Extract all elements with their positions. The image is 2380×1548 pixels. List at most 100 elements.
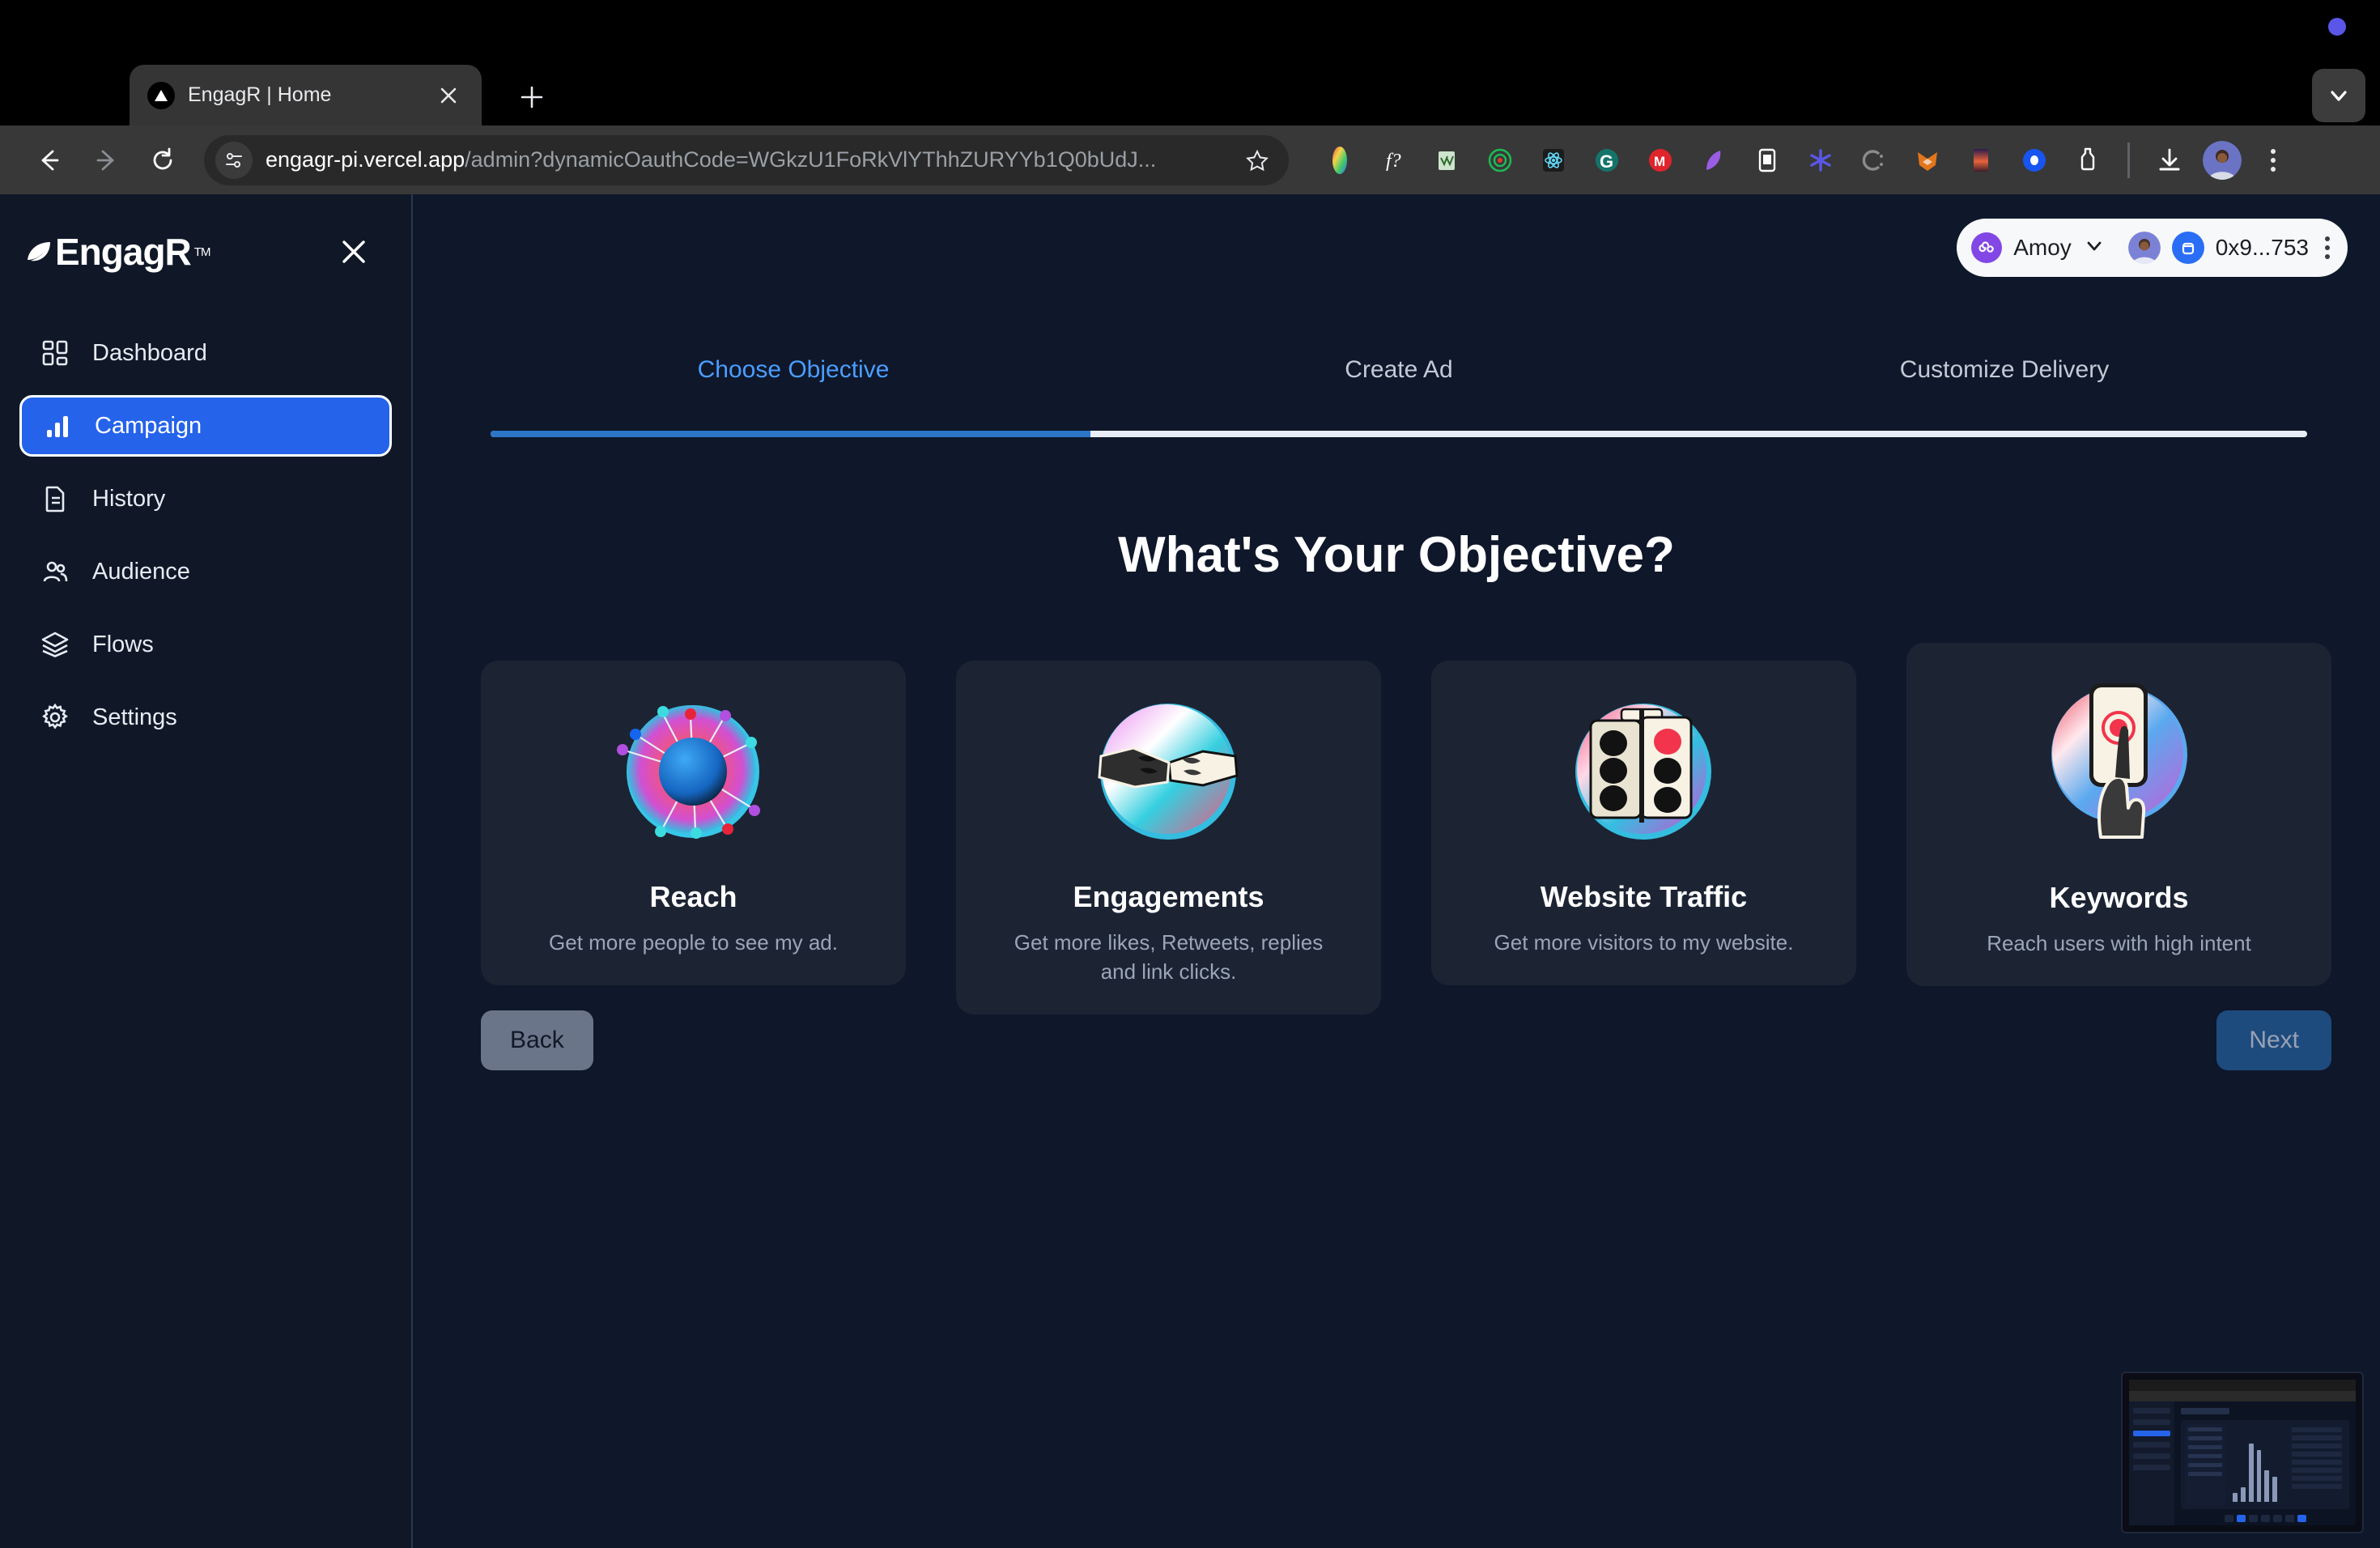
pip-nav-item-active — [2133, 1431, 2170, 1436]
bottle-extension-icon[interactable] — [2067, 139, 2109, 181]
users-icon — [39, 555, 71, 588]
picture-in-picture-preview[interactable] — [2121, 1372, 2364, 1533]
app-logo-text: EngagR — [55, 231, 192, 273]
sidebar-item-campaign[interactable]: Campaign — [19, 395, 392, 457]
app-root: EngagR TM Dashboard Campaign History Aud… — [0, 194, 2380, 1548]
tab-choose-objective[interactable]: Choose Objective — [491, 356, 1096, 411]
blue-circle-extension-icon[interactable] — [2013, 139, 2055, 181]
pip-line — [2188, 1427, 2223, 1431]
chevron-down-icon[interactable] — [2312, 69, 2365, 122]
sidebar: EngagR TM Dashboard Campaign History Aud… — [0, 194, 413, 1548]
bar-chart-icon — [41, 410, 74, 442]
metamask-extension-icon[interactable] — [1906, 139, 1949, 181]
c-extension-icon[interactable] — [1853, 139, 1895, 181]
pip-bar — [2240, 1486, 2246, 1502]
objective-description: Get more likes, Retweets, replies and li… — [1014, 930, 1324, 984]
tab-create-ad[interactable]: Create Ad — [1096, 356, 1702, 411]
pip-page-next — [2297, 1515, 2306, 1522]
sidebar-item-label: Settings — [92, 704, 177, 730]
objective-title: Website Traffic — [1540, 880, 1748, 913]
star-icon[interactable] — [1237, 140, 1277, 181]
svg-text:M: M — [1654, 154, 1665, 169]
back-button[interactable]: Back — [481, 1010, 593, 1070]
objective-description: Reach users with high intent — [1987, 931, 2251, 955]
pip-row — [2292, 1460, 2342, 1465]
reload-icon[interactable] — [134, 132, 191, 189]
function-extension-icon[interactable]: f? — [1372, 139, 1414, 181]
url-host: engagr-pi.vercel.app — [266, 147, 465, 172]
objective-title: Keywords — [2049, 881, 2189, 914]
sidebar-item-flows[interactable]: Flows — [19, 614, 392, 675]
pip-row — [2292, 1452, 2342, 1457]
browser-tab-title: EngagR | Home — [188, 83, 332, 106]
extensions-row: f? G M — [1313, 139, 2292, 181]
close-icon[interactable] — [332, 230, 376, 274]
pip-bar-chart — [2229, 1424, 2280, 1505]
pip-bar — [2256, 1449, 2262, 1502]
objective-title: Engagements — [1073, 880, 1264, 913]
back-arrow-icon[interactable] — [21, 132, 78, 189]
polygon-network-icon — [1971, 232, 2003, 263]
sidebar-item-label: Flows — [92, 631, 154, 657]
sidebar-item-label: History — [92, 485, 166, 512]
close-icon[interactable] — [433, 80, 464, 111]
svg-text:f?: f? — [1386, 151, 1401, 172]
sidebar-item-audience[interactable]: Audience — [19, 541, 392, 602]
next-button[interactable]: Next — [2216, 1010, 2331, 1070]
sidebar-item-label: Audience — [92, 558, 190, 585]
sunset-extension-icon[interactable] — [1960, 139, 2002, 181]
grammarly-extension-icon[interactable]: G — [1586, 139, 1628, 181]
asterisk-extension-icon[interactable] — [1800, 139, 1842, 181]
tune-icon[interactable] — [215, 141, 253, 179]
mail-extension-icon[interactable]: M — [1639, 139, 1681, 181]
color-wheel-extension-icon[interactable] — [1319, 139, 1361, 181]
browser-tab[interactable]: EngagR | Home — [130, 65, 482, 125]
layers-icon — [39, 628, 71, 661]
network-name: Amoy — [2013, 235, 2072, 260]
objective-card-website-traffic[interactable]: Website Traffic Get more visitors to my … — [1431, 661, 1856, 985]
url-text: engagr-pi.vercel.app/admin?dynamicOauthC… — [266, 147, 1237, 172]
target-extension-icon[interactable] — [1479, 139, 1521, 181]
leaf-logo-icon — [21, 235, 55, 269]
browser-toolbar: engagr-pi.vercel.app/admin?dynamicOauthC… — [0, 125, 2380, 194]
toolbar-divider — [2127, 142, 2130, 178]
grammar-check-extension-icon[interactable] — [1426, 139, 1468, 181]
account-wallet-chip[interactable]: Amoy 0x9...753 — [1957, 219, 2348, 277]
pip-page — [2224, 1515, 2233, 1522]
address-bar[interactable]: engagr-pi.vercel.app/admin?dynamicOauthC… — [204, 134, 1289, 185]
objective-card-reach[interactable]: Reach Get more people to see my ad. — [481, 661, 906, 985]
tab-customize-delivery[interactable]: Customize Delivery — [1702, 356, 2307, 411]
sidebar-item-dashboard[interactable]: Dashboard — [19, 322, 392, 384]
objective-card-keywords[interactable]: Keywords Reach users with high intent — [1906, 643, 2331, 986]
pip-content — [2174, 1401, 2356, 1525]
profile-avatar[interactable] — [2203, 140, 2242, 180]
feather-extension-icon[interactable] — [1693, 139, 1735, 181]
wizard-progress-bar — [491, 431, 2307, 437]
pip-tabstrip — [2129, 1380, 2356, 1391]
objective-description: Get more people to see my ad. — [549, 930, 838, 955]
sidebar-item-history[interactable]: History — [19, 468, 392, 529]
chevron-down-icon[interactable] — [2083, 235, 2106, 262]
fist-bump-image — [1082, 685, 1256, 859]
main-content: Amoy 0x9...753 Choose Objective Create A… — [413, 194, 2380, 1548]
kebab-menu-icon[interactable] — [2325, 236, 2330, 259]
pip-nav-item — [2133, 1408, 2170, 1414]
sidebar-nav: Dashboard Campaign History Audience Flow… — [0, 322, 411, 748]
reader-extension-icon[interactable] — [1746, 139, 1788, 181]
pip-screen — [2129, 1380, 2356, 1525]
objective-card-engagements[interactable]: Engagements Get more likes, Retweets, re… — [956, 661, 1381, 1014]
sidebar-item-settings[interactable]: Settings — [19, 687, 392, 748]
pip-row — [2292, 1484, 2342, 1489]
wizard-footer: Back Next — [481, 1010, 2331, 1070]
pip-page — [2272, 1515, 2282, 1522]
app-logo: EngagR TM — [21, 230, 210, 274]
sidebar-item-label: Campaign — [95, 412, 202, 439]
react-devtools-extension-icon[interactable] — [1532, 139, 1575, 181]
new-tab-button[interactable] — [512, 77, 552, 117]
pip-bar — [2264, 1470, 2270, 1502]
pip-bar — [2272, 1476, 2278, 1502]
forward-arrow-icon[interactable] — [78, 132, 134, 189]
kebab-menu-icon[interactable] — [2255, 142, 2292, 179]
download-icon[interactable] — [2148, 139, 2191, 181]
blue-status-dot — [2328, 18, 2346, 36]
